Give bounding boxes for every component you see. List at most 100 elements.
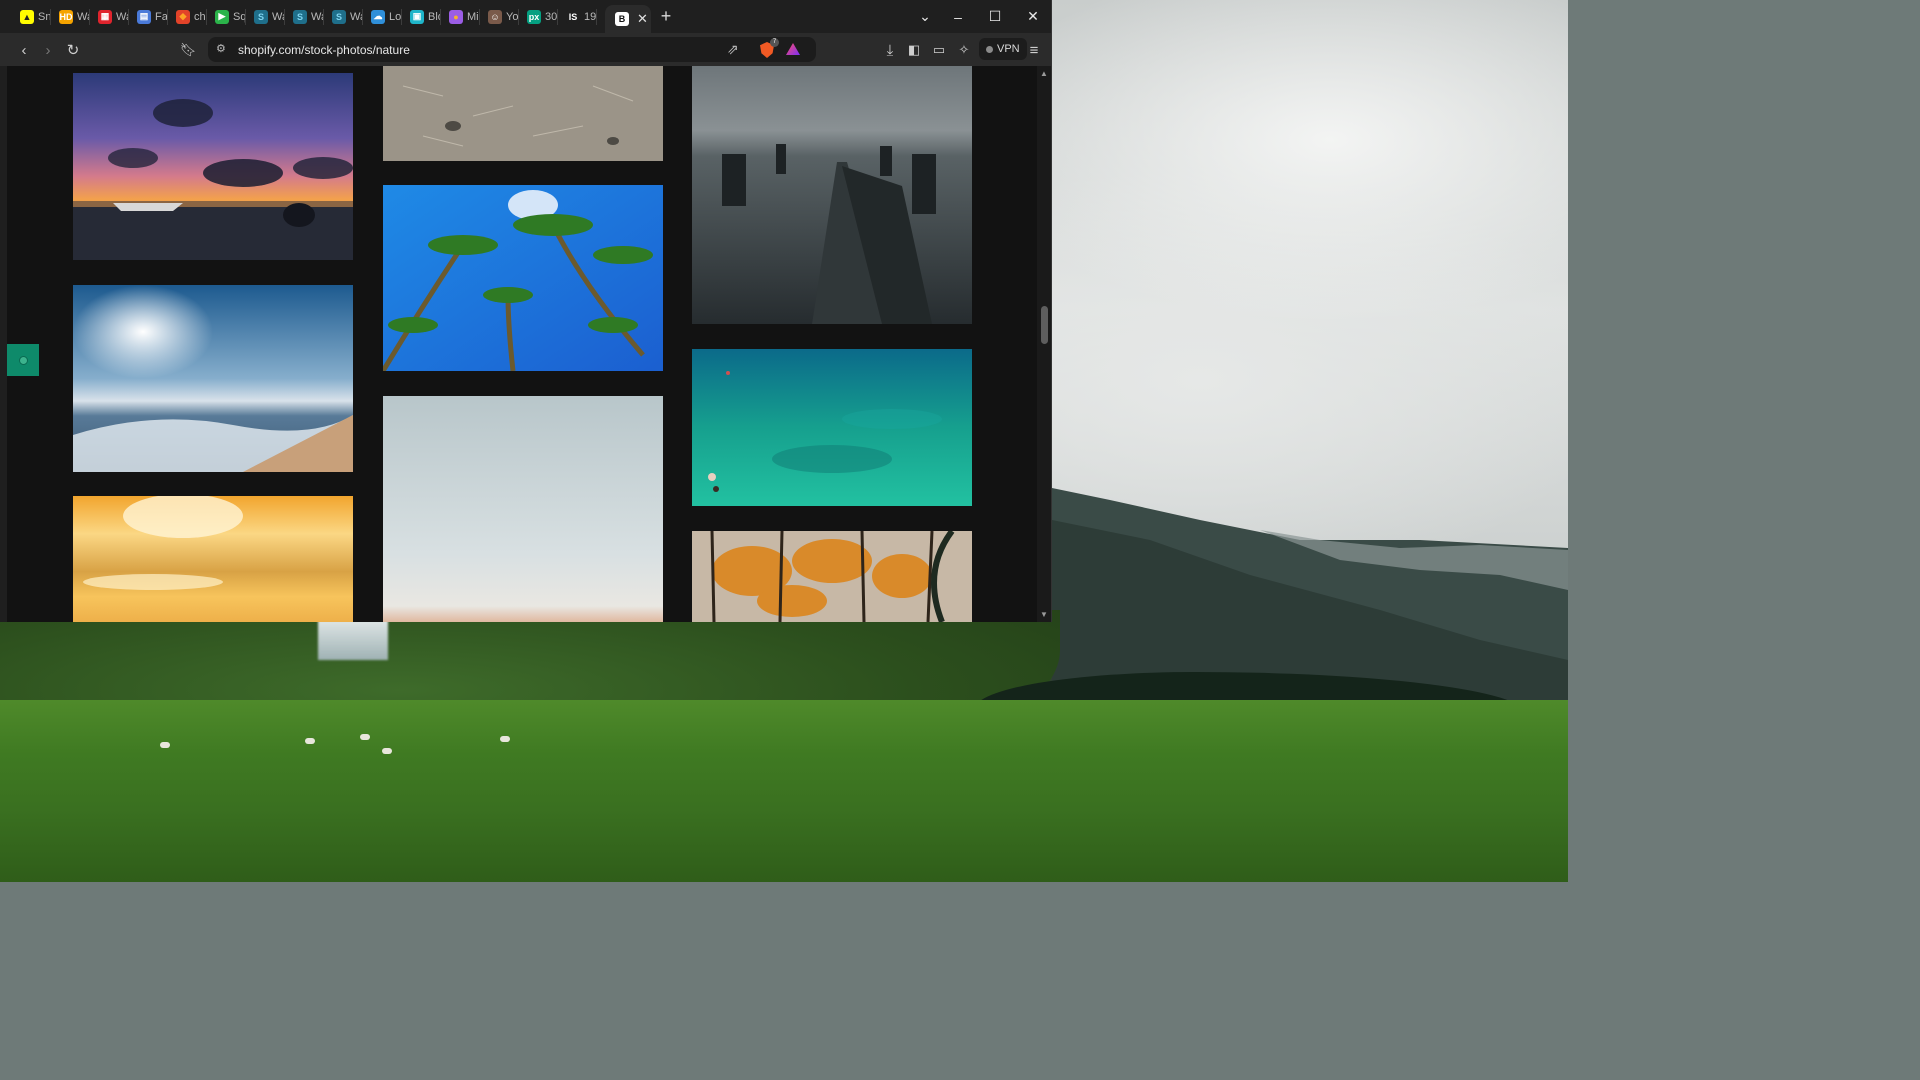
tab-title: Yo: [506, 10, 518, 23]
s-logo-icon: S: [293, 9, 307, 24]
browser-tab[interactable]: S Wa: [293, 0, 323, 33]
hd-icon: HD: [59, 9, 73, 24]
vpn-label: VPN: [997, 43, 1020, 55]
vpn-button[interactable]: VPN: [979, 38, 1027, 60]
browser-tab[interactable]: IS 19,: [566, 0, 596, 33]
bookmark-icon[interactable]: 🔖︎: [177, 39, 199, 61]
menu-icon[interactable]: ≡: [1023, 39, 1045, 61]
tab-separator: [596, 8, 597, 25]
leo-ai-icon[interactable]: ✧: [953, 39, 975, 61]
tab-title: Sn: [38, 10, 50, 23]
photo-palm-trees[interactable]: [383, 185, 663, 371]
sheep: [160, 742, 170, 748]
forward-icon[interactable]: ›: [37, 39, 59, 61]
site-settings-icon[interactable]: ⚙: [216, 42, 226, 55]
photo-sunset-boats[interactable]: [73, 73, 353, 260]
tab-separator: [206, 8, 207, 25]
brave-rewards-icon[interactable]: [786, 43, 800, 55]
tab-separator: [128, 8, 129, 25]
browser-tab[interactable]: ◆ chr: [176, 0, 206, 33]
tab-title: Lo: [389, 10, 401, 23]
browser-tab[interactable]: ▣ Blo: [410, 0, 440, 33]
scroll-up-arrow-icon[interactable]: ▲: [1040, 69, 1048, 78]
notepad-icon: ▣: [410, 9, 424, 24]
share-icon[interactable]: ⇗: [727, 41, 739, 58]
browser-tab[interactable]: ▤ Fal: [137, 0, 167, 33]
tab-separator: [401, 8, 402, 25]
tab-title: chr: [194, 10, 206, 23]
tab-separator: [89, 8, 90, 25]
photo-pale-sky[interactable]: [383, 396, 663, 622]
tab-title: Sq: [233, 10, 245, 23]
browser-tab[interactable]: ☺ Yo: [488, 0, 518, 33]
info-icon: [18, 355, 28, 365]
sheep: [382, 748, 392, 754]
maximize-button[interactable]: ☐: [976, 0, 1014, 33]
close-tab-icon[interactable]: ✕: [637, 11, 648, 27]
browser-tab[interactable]: S Wa: [332, 0, 362, 33]
sheep: [360, 734, 370, 740]
is-logo-icon: IS: [566, 9, 580, 24]
wallet-icon[interactable]: ▭: [928, 39, 950, 61]
url-text[interactable]: shopify.com/stock-photos/nature: [238, 43, 410, 57]
tab-title: Wa: [272, 10, 284, 23]
grid-red-icon: ▦: [98, 9, 112, 24]
photo-turquoise-sea[interactable]: [692, 349, 972, 506]
minimize-button[interactable]: –: [939, 0, 977, 33]
page-viewport[interactable]: [7, 66, 1037, 622]
address-bar[interactable]: ⚙ shopify.com/stock-photos/nature ⇗ 7: [208, 37, 816, 62]
scrollbar-thumb[interactable]: [1041, 306, 1048, 344]
photo-misty-pier[interactable]: [692, 66, 972, 324]
tab-separator: [557, 8, 558, 25]
download-icon[interactable]: ⤓: [879, 39, 901, 61]
tab-separator: [167, 8, 168, 25]
back-icon[interactable]: ‹: [13, 39, 35, 61]
tab-separator: [518, 8, 519, 25]
avatar-icon: ☺: [488, 9, 502, 24]
snapchat-icon: ▲: [20, 9, 34, 24]
sheep: [305, 738, 315, 744]
tab-separator: [362, 8, 363, 25]
active-tab[interactable]: B ✕: [605, 5, 651, 33]
browser-tab[interactable]: HD Wa: [59, 0, 89, 33]
tab-separator: [479, 8, 480, 25]
browser-tab[interactable]: ▲ Sn: [20, 0, 50, 33]
photo-ground-texture[interactable]: [383, 66, 663, 161]
browser-tab[interactable]: px 30: [527, 0, 557, 33]
s-logo-icon: S: [332, 9, 346, 24]
browser-tab[interactable]: S Wa: [254, 0, 284, 33]
browser-tab[interactable]: ▶ Sq: [215, 0, 245, 33]
browser-tab[interactable]: ● Mi: [449, 0, 479, 33]
photo-sunny-beach[interactable]: [73, 285, 353, 472]
browser-toolbar: ‹ › ↻ 🔖︎ ⚙ shopify.com/stock-photos/natu…: [0, 33, 1051, 66]
feedback-button[interactable]: [7, 344, 39, 376]
page-scrollbar[interactable]: ▲ ▼: [1037, 66, 1051, 622]
s-logo-icon: S: [254, 9, 268, 24]
tab-title: Wa: [350, 10, 362, 23]
play-icon: ▶: [215, 9, 229, 24]
tab-title: Blo: [428, 10, 440, 23]
wallpaper-meadow: [0, 700, 1568, 882]
close-window-button[interactable]: ✕: [1014, 0, 1051, 33]
cloud-icon: ☁: [371, 9, 385, 24]
tab-title: Wa: [311, 10, 323, 23]
b-logo-icon: B: [615, 12, 629, 26]
tab-title: Fal: [155, 10, 167, 23]
browser-window: ▲ Sn HD Wa ▦ Wa ▤ Fal ◆ chr ▶ Sq S Wa S Wa S Wa ☁ Lo ▣ Blo ● Mi…: [0, 0, 1052, 622]
pexels-icon: px: [527, 9, 541, 24]
browser-tab[interactable]: ☁ Lo: [371, 0, 401, 33]
tab-strip: ▲ Sn HD Wa ▦ Wa ▤ Fal ◆ chr ▶ Sq S Wa S Wa S Wa ☁ Lo ▣ Blo ● Mi…: [0, 0, 1051, 33]
scroll-down-arrow-icon[interactable]: ▼: [1040, 610, 1048, 619]
new-tab-button[interactable]: +: [651, 6, 681, 27]
wallpaper-waterfall: [318, 620, 388, 660]
photo-autumn-forest[interactable]: [692, 531, 972, 622]
sidebar-toggle-icon[interactable]: ◧: [903, 39, 925, 61]
tab-title: Wa: [116, 10, 128, 23]
photo-golden-blur[interactable]: [73, 496, 353, 622]
tab-title: Mi: [467, 10, 479, 23]
document-icon: ▤: [137, 9, 151, 24]
tab-title: 30: [545, 10, 557, 23]
sheep: [500, 736, 510, 742]
reload-icon[interactable]: ↻: [62, 39, 84, 61]
browser-tab[interactable]: ▦ Wa: [98, 0, 128, 33]
